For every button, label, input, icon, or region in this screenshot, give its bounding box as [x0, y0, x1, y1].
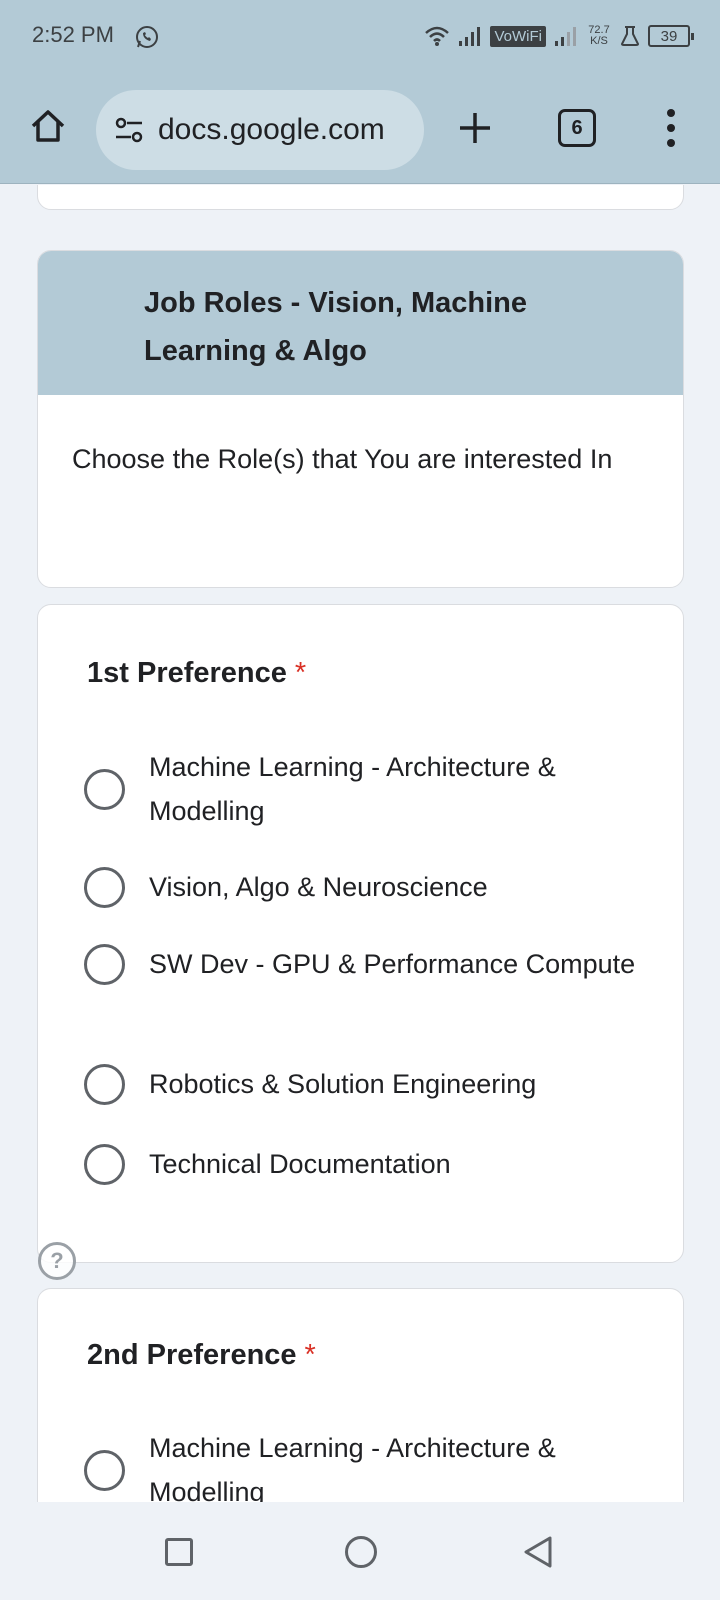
form-content[interactable]: Job Roles - Vision, Machine Learning & A… [0, 185, 720, 1502]
signal-icon [555, 27, 576, 46]
status-bar: 2:52 PM VoWiFi 72.7 K/S 39 [0, 0, 720, 76]
battery-level: 39 [660, 27, 678, 45]
more-vert-icon[interactable] [660, 106, 682, 150]
radio-button[interactable] [84, 1143, 125, 1185]
plus-icon[interactable] [455, 108, 495, 148]
question-title: 1st Preference * [87, 657, 306, 690]
option-label[interactable]: SW Dev - GPU & Performance Compute [149, 942, 635, 986]
help-icon: ? [50, 1248, 64, 1273]
site-settings-icon[interactable] [112, 113, 146, 147]
help-button[interactable]: ? [38, 1242, 76, 1280]
browser-toolbar: docs.google.com 6 [0, 76, 720, 184]
radio-option[interactable]: Machine Learning - Architecture & Modell… [84, 745, 644, 833]
status-icons: VoWiFi 72.7 K/S 39 [424, 20, 694, 52]
section-description: Choose the Role(s) that You are interest… [72, 444, 613, 474]
option-label[interactable]: Vision, Algo & Neuroscience [149, 865, 488, 909]
navigation-bar [0, 1502, 720, 1600]
radio-option[interactable]: Machine Learning - Architecture & Modell… [84, 1426, 644, 1502]
network-speed: 72.7 K/S [586, 25, 612, 47]
radio-button[interactable] [84, 943, 125, 985]
tab-count: 6 [571, 116, 583, 139]
radio-button[interactable] [84, 866, 125, 908]
section-card: Job Roles - Vision, Machine Learning & A… [37, 250, 684, 588]
status-time: 2:52 PM [32, 22, 114, 47]
url-text[interactable]: docs.google.com [158, 113, 385, 147]
address-bar[interactable]: docs.google.com [96, 90, 424, 170]
signal-icon [459, 27, 481, 46]
radio-button[interactable] [84, 1063, 125, 1105]
question-title-text: 2nd Preference [87, 1339, 297, 1371]
option-label[interactable]: Technical Documentation [149, 1142, 451, 1186]
question-card-2nd-preference: 2nd Preference * Machine Learning - Archi… [37, 1288, 684, 1502]
wifi-icon [425, 26, 450, 46]
option-label[interactable]: Machine Learning - Architecture & Modell… [149, 745, 644, 833]
radio-button[interactable] [84, 768, 125, 810]
option-label[interactable]: Machine Learning - Architecture & Modell… [149, 1426, 644, 1502]
required-asterisk: * [294, 657, 307, 689]
back-icon[interactable] [522, 1535, 554, 1569]
section-title: Job Roles - Vision, Machine Learning & A… [38, 251, 683, 395]
home-icon[interactable] [28, 106, 68, 146]
question-title: 2nd Preference * [87, 1339, 316, 1372]
lab-icon [620, 26, 640, 46]
home-circle-icon[interactable] [345, 1536, 377, 1568]
vowifi-badge: VoWiFi [490, 25, 546, 47]
tab-switcher-button[interactable]: 6 [558, 109, 596, 147]
battery-icon: 39 [648, 25, 694, 47]
question-title-text: 1st Preference [87, 657, 287, 689]
radio-option[interactable]: Robotics & Solution Engineering [84, 1062, 644, 1106]
radio-option[interactable]: Technical Documentation [84, 1142, 644, 1186]
recents-icon[interactable] [165, 1538, 193, 1566]
question-card-1st-preference: 1st Preference * Machine Learning - Archi… [37, 604, 684, 1263]
option-label[interactable]: Robotics & Solution Engineering [149, 1062, 536, 1106]
whatsapp-icon [136, 26, 158, 48]
speed-unit: K/S [590, 35, 608, 47]
radio-button[interactable] [84, 1449, 125, 1491]
previous-card [37, 185, 684, 210]
required-asterisk: * [304, 1339, 316, 1371]
radio-option[interactable]: SW Dev - GPU & Performance Compute [84, 942, 644, 986]
radio-option[interactable]: Vision, Algo & Neuroscience [84, 865, 644, 909]
